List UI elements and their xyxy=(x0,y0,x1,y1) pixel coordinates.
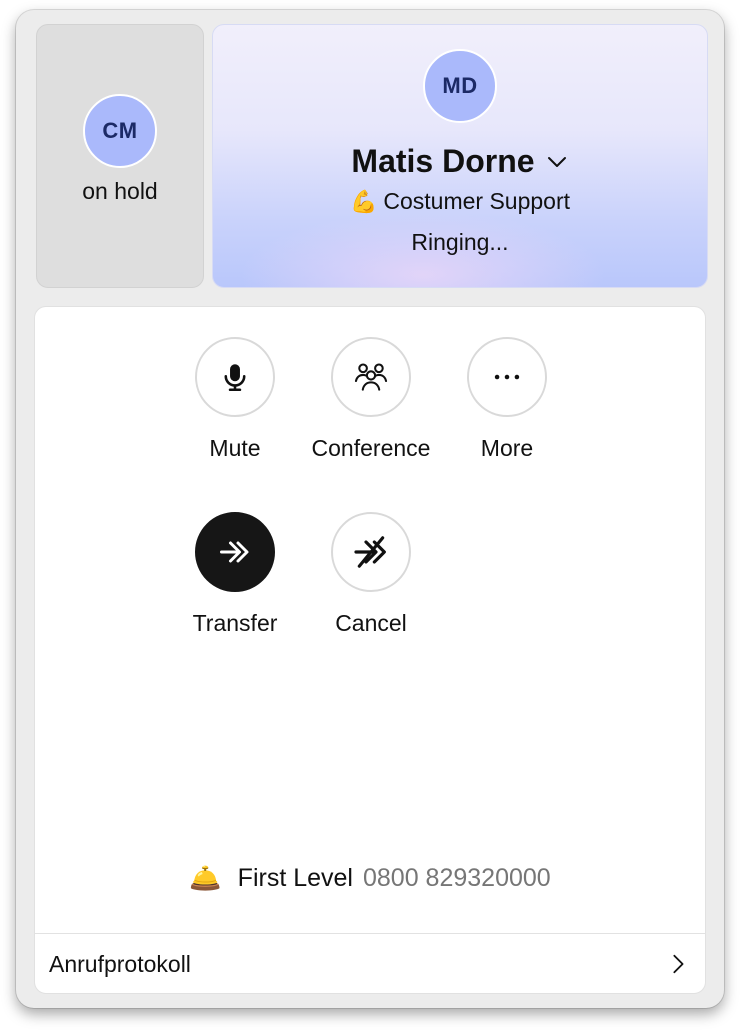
line-info: 🛎️ First Level 0800 829320000 xyxy=(35,863,705,894)
flexed-biceps-icon: 💪 xyxy=(349,188,378,214)
call-log-link[interactable]: Anrufprotokoll xyxy=(35,934,705,994)
mute-button[interactable] xyxy=(195,337,275,417)
transfer-arrows-icon xyxy=(220,541,249,563)
call-controls-panel: Mute Conference More Transfer Cancel 🛎️ … xyxy=(34,306,706,994)
held-call-card[interactable]: CM on hold xyxy=(36,24,204,288)
mute-label: Mute xyxy=(209,435,261,461)
caller-name-dropdown[interactable]: Matis Dorne xyxy=(351,143,568,180)
line-name: First Level xyxy=(237,864,353,892)
microphone-icon xyxy=(224,364,246,392)
more-action: More xyxy=(437,337,577,462)
active-call-card: MD Matis Dorne 💪 Costumer Support Ringin… xyxy=(212,24,708,288)
more-label: More xyxy=(480,435,534,461)
transfer-button[interactable] xyxy=(195,512,275,592)
more-button[interactable] xyxy=(467,337,547,417)
queue-name: Costumer Support xyxy=(383,188,571,214)
bell-icon: 🛎️ xyxy=(189,863,222,893)
conference-action: Conference xyxy=(301,337,441,462)
call-window: CM on hold MD Matis Dorne 💪 Costumer Sup… xyxy=(16,10,724,1008)
chevron-down-icon xyxy=(547,156,566,167)
cancel-label: Cancel xyxy=(335,610,407,636)
more-dots-icon xyxy=(494,374,520,380)
call-state: Ringing... xyxy=(411,229,509,255)
queue-label: 💪 Costumer Support xyxy=(350,188,570,215)
held-caller-avatar: CM xyxy=(83,93,157,168)
held-call-status: on hold xyxy=(82,177,158,204)
caller-name: Matis Dorne xyxy=(351,143,535,179)
call-log-label: Anrufprotokoll xyxy=(49,950,191,977)
chevron-right-icon xyxy=(673,954,684,974)
cancel-action: Cancel xyxy=(301,512,441,637)
active-caller-avatar: MD xyxy=(423,49,497,123)
cancel-button[interactable] xyxy=(331,512,411,592)
conference-label: Conference xyxy=(311,435,431,461)
transfer-label: Transfer xyxy=(192,610,278,636)
mute-action: Mute xyxy=(165,337,305,462)
transfer-action: Transfer xyxy=(165,512,305,637)
people-group-icon xyxy=(354,363,388,391)
line-number: 0800 829320000 xyxy=(362,864,551,892)
conference-button[interactable] xyxy=(331,337,411,417)
transfer-cancel-icon xyxy=(354,536,386,568)
